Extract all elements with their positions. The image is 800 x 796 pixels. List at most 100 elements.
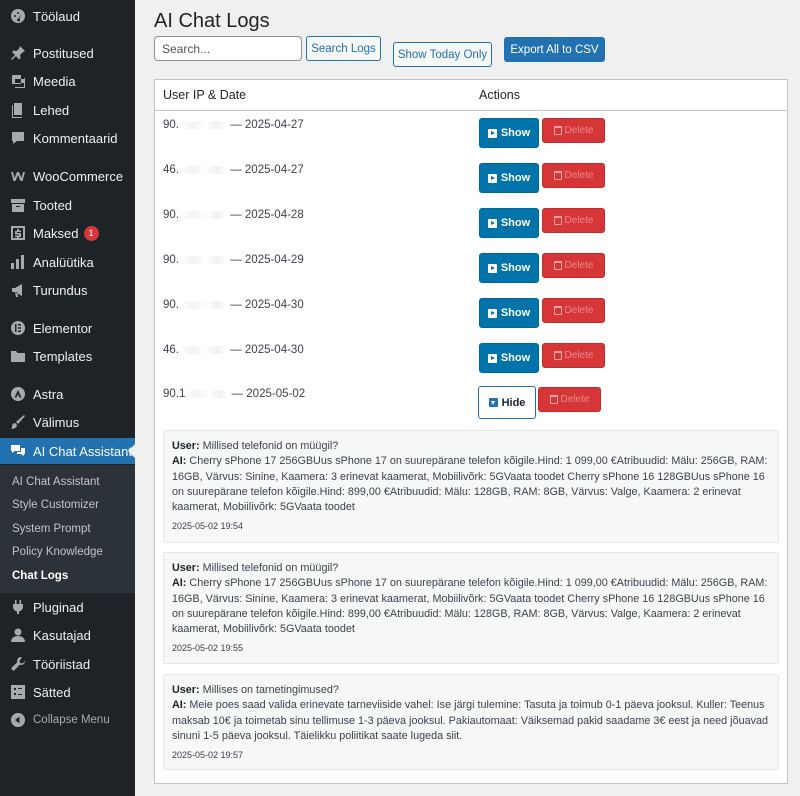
ai-prefix: AI: [172,699,187,712]
caret-down-icon [488,398,498,407]
menu-item-analuutika[interactable]: Analüütika [0,249,135,275]
menu-item-tooted[interactable]: Tooted [0,192,135,218]
row-ip: 90. [163,209,179,221]
submenu-ai-chat-assistant: AI Chat Assistant Style Customizer Syste… [0,465,135,593]
user-icon [8,625,28,645]
delete-button[interactable]: Delete [542,253,605,278]
chat-message: User: Millised telefonid on müügil? AI: … [163,552,779,664]
search-logs-button[interactable]: Search Logs [306,36,381,61]
menu-item-elementor[interactable]: Elementor [0,315,135,341]
table-row: 46. — 2025-04-30 [163,344,304,356]
menu-label: Analüütika [33,254,94,270]
export-csv-button[interactable]: Export All to CSV [504,37,605,62]
menu-item-toolaud[interactable]: Töölaud [0,3,135,29]
delete-button[interactable]: Delete [538,387,601,412]
user-prefix: User: [172,562,200,574]
show-label: Show [500,127,531,139]
menu-item-lehed[interactable]: Lehed [0,97,135,123]
comment-icon [8,128,28,148]
play-icon [487,218,497,228]
menu-item-postitused[interactable]: Postitused [0,40,135,66]
show-label: Show [500,172,531,184]
elementor-icon [8,318,28,338]
collapse-icon [8,710,28,730]
show-button[interactable]: Show [479,208,539,238]
menu-label: Töölaud [33,8,80,24]
ip-redaction [179,210,227,219]
main-content: AI Chat Logs Search Logs Show Today Only… [135,0,800,796]
delete-button[interactable]: Delete [542,163,605,188]
delete-label: Delete [564,125,594,136]
play-icon [487,308,497,318]
delete-label: Delete [564,350,594,361]
bar-chart-icon [8,252,28,272]
menu-item-satted[interactable]: Sätted [0,679,135,705]
row-ip: 90.1 [163,388,186,400]
row-ip: 46. [163,164,179,176]
column-header-actions: Actions [479,88,520,102]
row-date: — 2025-04-27 [230,164,304,176]
menu-label: Templates [33,348,93,364]
ai-answer: Cherry sPhone 17 256GBUus sPhone 17 on s… [172,577,768,636]
collapse-menu-button[interactable]: Collapse Menu [0,707,135,733]
menu-item-meedia[interactable]: Meedia [0,68,135,94]
ip-redaction [179,300,227,309]
row-date: — 2025-05-02 [231,388,306,400]
ai-prefix: AI: [172,455,187,468]
delete-button[interactable]: Delete [542,118,605,143]
delete-button[interactable]: Delete [542,208,605,233]
submenu-item-policy-knowledge[interactable]: Policy Knowledge [12,546,103,558]
chat-logs-table: User IP & Date Actions 90. — 2025-04-27 … [154,79,788,784]
menu-item-turundus[interactable]: Turundus [0,277,135,303]
wrench-icon [8,654,28,674]
table-row: 46. — 2025-04-27 [163,164,304,176]
row-ip: 90. [163,299,179,311]
menu-item-astra[interactable]: Astra [0,381,135,407]
menu-item-pluginad[interactable]: Pluginad [0,594,135,620]
submenu-item-style-customizer[interactable]: Style Customizer [12,499,99,511]
menu-item-templates[interactable]: Templates [0,343,135,369]
menu-item-maksed[interactable]: Maksed 1 [0,220,135,246]
menu-label: Sätted [33,684,71,700]
row-date: — 2025-04-29 [230,254,304,266]
admin-sidebar: Töölaud Postitused Meedia Lehed Kommenta… [0,0,136,796]
user-prefix: User: [172,440,200,452]
show-label: Show [500,307,531,319]
user-question: Millised telefonid on müügil? [202,562,339,574]
submenu-item-system-prompt[interactable]: System Prompt [12,523,91,535]
menu-label: Elementor [33,320,93,336]
menu-item-tooriistad[interactable]: Tööriistad [0,651,135,677]
row-date: — 2025-04-27 [230,119,304,131]
menu-item-ai-chat-assistant[interactable]: AI Chat Assistant [0,438,136,464]
show-button[interactable]: Show [479,298,539,328]
delete-button[interactable]: Delete [542,298,605,323]
trash-icon [553,216,562,225]
table-row: 90. — 2025-04-27 [163,119,304,131]
show-button[interactable]: Show [479,118,539,148]
menu-label: Kasutajad [33,627,91,643]
show-button[interactable]: Show [479,163,539,193]
delete-button[interactable]: Delete [542,343,605,368]
show-today-button[interactable]: Show Today Only [393,42,492,67]
menu-item-woocommerce[interactable]: WooCommerce [0,163,135,189]
megaphone-icon [8,280,28,300]
ip-redaction [179,120,227,129]
submenu-item-ai-chat-assistant[interactable]: AI Chat Assistant [12,476,100,488]
user-question: Millised telefonid on müügil? [202,440,339,452]
menu-label: Lehed [33,102,70,118]
show-button[interactable]: Show [479,253,539,283]
menu-item-valimus[interactable]: Välimus [0,409,135,435]
menu-item-kasutajad[interactable]: Kasutajad [0,622,135,648]
ai-answer: Meie poes saad valida erinevate tarnevii… [172,699,768,742]
menu-label: Turundus [33,282,88,298]
hide-button[interactable]: Hide [478,386,536,419]
submenu-item-chat-logs[interactable]: Chat Logs [12,570,68,582]
search-input[interactable] [154,36,302,61]
menu-item-kommentaarid[interactable]: Kommentaarid [0,125,135,151]
show-button[interactable]: Show [479,343,539,373]
woo-icon [8,166,28,186]
menu-label: WooCommerce [33,168,124,184]
ai-answer: Cherry sPhone 17 256GBUus sPhone 17 on s… [172,455,768,514]
menu-label: Tooted [33,197,73,213]
ai-prefix: AI: [172,577,187,590]
